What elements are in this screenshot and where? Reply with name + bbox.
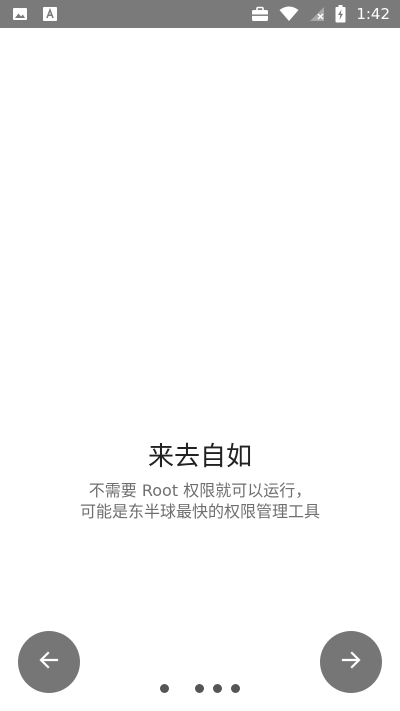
status-time: 1:42 xyxy=(356,5,390,23)
image-icon xyxy=(12,6,28,22)
onboarding-content: 来去自如 不需要 Root 权限就可以运行， 可能是东半球最快的权限管理工具 xyxy=(0,440,400,522)
wifi-icon xyxy=(279,6,299,22)
briefcase-icon xyxy=(251,6,269,22)
description-line-2: 可能是东半球最快的权限管理工具 xyxy=(79,502,320,521)
onboarding-screen: 1:42 来去自如 不需要 Root 权限就可以运行， 可能是东半球最快的权限管… xyxy=(0,0,400,711)
page-dot-2[interactable] xyxy=(195,684,204,693)
page-title: 来去自如 xyxy=(147,442,252,472)
status-bar: 1:42 xyxy=(0,0,400,28)
font-icon xyxy=(42,6,58,22)
status-bar-right: 1:42 xyxy=(251,4,390,24)
page-dot-3[interactable] xyxy=(213,684,222,693)
status-bar-left xyxy=(12,6,58,22)
battery-charging-icon xyxy=(335,5,346,23)
page-dot-1[interactable] xyxy=(160,684,169,693)
arrow-right-icon xyxy=(340,649,362,675)
page-indicator xyxy=(0,684,400,694)
no-signal-icon xyxy=(309,6,325,22)
page-dot-4[interactable] xyxy=(231,684,240,693)
arrow-left-icon xyxy=(38,649,60,675)
description-line-1: 不需要 Root 权限就可以运行， xyxy=(88,481,312,500)
